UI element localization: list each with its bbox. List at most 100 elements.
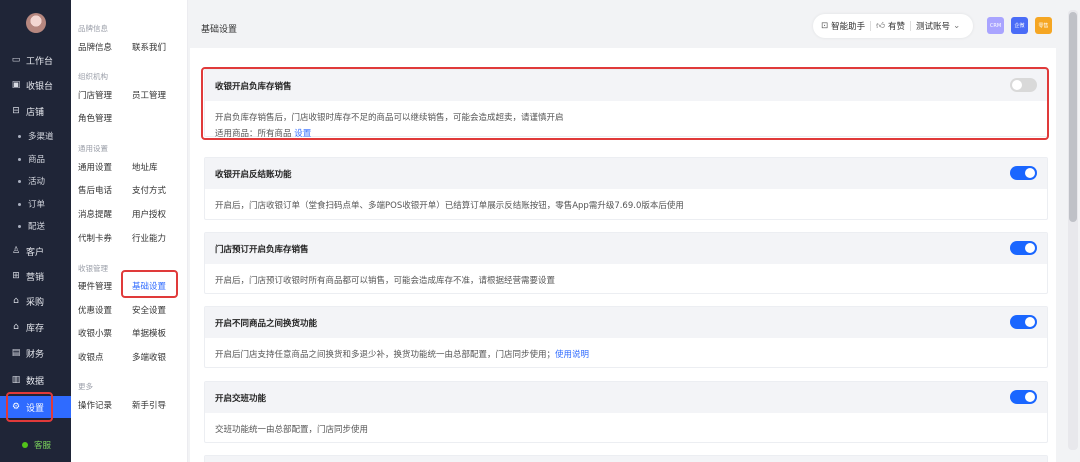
submenu-group-title: 通用设置 bbox=[78, 144, 108, 153]
setting-description: 开启负库存销售后，门店收银时库存不足的商品可以继续销售，可能会造成超卖，请谨慎开… bbox=[215, 113, 564, 139]
thumbs-up-icon: 👍︎ bbox=[876, 21, 886, 31]
submenu-link-aftersale-phone[interactable]: 售后电话 bbox=[78, 184, 112, 196]
gift-icon: ⊞ bbox=[12, 271, 20, 281]
submenu-link-contact-us[interactable]: 联系我们 bbox=[132, 41, 166, 53]
negative-stock-toggle[interactable] bbox=[1010, 78, 1037, 92]
submenu-link-role-management[interactable]: 角色管理 bbox=[78, 112, 112, 124]
submenu-link-card-coupon[interactable]: 代制卡券 bbox=[78, 232, 112, 244]
shift-handover-toggle[interactable] bbox=[1010, 390, 1037, 404]
submenu-group-title: 组织机构 bbox=[78, 72, 108, 81]
sidebar-subitem-orders[interactable]: 订单 bbox=[0, 195, 71, 213]
sidebar-item-finance[interactable]: ▤ 财务 bbox=[0, 343, 71, 363]
submenu-link-address-book[interactable]: 地址库 bbox=[132, 161, 158, 173]
sidebar-item-workbench[interactable]: ▭ 工作台 bbox=[0, 50, 71, 70]
inventory-icon: ⌂ bbox=[13, 322, 19, 332]
submenu-link-discount-settings[interactable]: 优惠设置 bbox=[78, 304, 112, 316]
sidebar-item-pos[interactable]: ▣ 收银台 bbox=[0, 75, 71, 95]
setting-card-negative-stock: 收银开启负库存销售 开启负库存销售后，门店收银时库存不足的商品可以继续销售，可能… bbox=[204, 69, 1048, 139]
setting-card-reservation-negative-stock: 门店预订开启负库存销售 开启后，门店预订收银时所有商品都可以销售，可能会造成库存… bbox=[204, 232, 1048, 294]
reservation-negative-stock-toggle[interactable] bbox=[1010, 241, 1037, 255]
cashier-icon: ▣ bbox=[11, 80, 21, 90]
setting-description: 开启后，门店预订收银时所有商品都可以销售，可能会造成库存不准，请根据经营需要设置 bbox=[215, 276, 556, 286]
submenu-link-payment-methods[interactable]: 支付方式 bbox=[132, 184, 166, 196]
submenu-link-brand-info[interactable]: 品牌信息 bbox=[78, 41, 112, 53]
setting-title: 收银开启反结账功能 bbox=[205, 158, 1047, 189]
applicable-products-setting-link[interactable]: 设置 bbox=[294, 129, 311, 139]
app-badge-crm[interactable]: CRM bbox=[987, 17, 1004, 34]
sidebar-subitem-activities[interactable]: 活动 bbox=[0, 172, 71, 190]
reverse-checkout-toggle[interactable] bbox=[1010, 166, 1037, 180]
submenu-link-message-reminder[interactable]: 消息提醒 bbox=[78, 208, 112, 220]
submenu-link-security-settings[interactable]: 安全设置 bbox=[132, 304, 166, 316]
bar-chart-icon: ▥ bbox=[11, 375, 21, 385]
avatar[interactable] bbox=[26, 13, 46, 33]
user-icon: ♙ bbox=[11, 246, 21, 256]
setting-title bbox=[205, 456, 1047, 462]
submenu-link-receipt[interactable]: 收银小票 bbox=[78, 327, 112, 339]
setting-description: 开启后，门店收银订单（堂食扫码点单、多端POS收银开单）已结算订单展示反结账按钮… bbox=[215, 201, 684, 211]
setting-card-shift-handover: 开启交班功能 交班功能统一由总部配置，门店同步使用 bbox=[204, 381, 1048, 443]
setting-title: 开启交班功能 bbox=[205, 382, 1047, 413]
submenu-link-operation-log[interactable]: 操作记录 bbox=[78, 399, 112, 411]
submenu-group-title: 更多 bbox=[78, 382, 93, 391]
setting-title: 门店预订开启负库存销售 bbox=[205, 233, 1047, 264]
sidebar-subitem-products[interactable]: 商品 bbox=[0, 150, 71, 168]
app-badge-retail[interactable]: 零售 bbox=[1035, 17, 1052, 34]
divider bbox=[870, 21, 872, 31]
setting-description: 交班功能统一由总部配置，门店同步使用 bbox=[215, 425, 369, 435]
main-sidebar: ▭ 工作台 ▣ 收银台 ⊟ 店铺 多渠道 商品 活动 订单 配送 ♙ 客户 ⊞ 营销 ⌂ 采… bbox=[0, 0, 71, 462]
page-title: 基础设置 bbox=[201, 25, 238, 35]
sidebar-item-data[interactable]: ▥ 数据 bbox=[0, 370, 71, 390]
setting-title: 开启不同商品之间换货功能 bbox=[205, 307, 1047, 338]
app-badge-wecom[interactable]: 企微 bbox=[1011, 17, 1028, 34]
bullet-dot bbox=[18, 224, 21, 228]
assistant-icon: ⊡ bbox=[821, 21, 829, 31]
support-button[interactable]: 客服 bbox=[0, 436, 71, 454]
submenu-group-title: 品牌信息 bbox=[78, 24, 108, 33]
assistant-button[interactable]: 智能助手 bbox=[831, 20, 865, 32]
settings-icon: ⚙ bbox=[11, 402, 21, 412]
usage-guide-link[interactable]: 使用说明 bbox=[555, 350, 589, 360]
sidebar-item-customer[interactable]: ♙ 客户 bbox=[0, 241, 71, 261]
sidebar-subitem-delivery[interactable]: 配送 bbox=[0, 217, 71, 235]
purchase-icon: ⌂ bbox=[13, 296, 19, 306]
sidebar-item-inventory[interactable]: ⌂ 库存 bbox=[0, 317, 71, 337]
sidebar-item-store[interactable]: ⊟ 店铺 bbox=[0, 101, 71, 121]
chevron-down-icon: ⌄ bbox=[953, 21, 961, 31]
submenu-link-general-settings[interactable]: 通用设置 bbox=[78, 161, 112, 173]
submenu-link-hardware[interactable]: 硬件管理 bbox=[78, 280, 112, 292]
submenu-link-user-authorization[interactable]: 用户授权 bbox=[132, 208, 166, 220]
setting-card-exchange: 开启不同商品之间换货功能 开启后门店支持任意商品之间换货和多退少补，换货功能统一… bbox=[204, 306, 1048, 368]
online-status-icon bbox=[22, 442, 28, 448]
header-toolbar: ⊡ 智能助手 👍︎ 有赞 测试账号 ⌄ bbox=[813, 14, 973, 38]
sidebar-item-marketing[interactable]: ⊞ 营销 bbox=[0, 266, 71, 286]
setting-card-reverse-checkout: 收银开启反结账功能 开启后，门店收银订单（堂食扫码点单、多端POS收银开单）已结… bbox=[204, 157, 1048, 220]
sidebar-item-purchase[interactable]: ⌂ 采购 bbox=[0, 291, 71, 311]
bullet-dot bbox=[18, 202, 21, 206]
setting-card-next bbox=[204, 455, 1048, 462]
divider bbox=[910, 21, 912, 31]
submenu-group-title: 收银管理 bbox=[78, 264, 108, 273]
store-icon: ⊟ bbox=[12, 106, 20, 116]
bullet-dot bbox=[18, 157, 21, 161]
bullet-dot bbox=[18, 179, 21, 183]
submenu-link-cashier-point[interactable]: 收银点 bbox=[78, 351, 104, 363]
setting-title: 收银开启负库存销售 bbox=[205, 70, 1047, 101]
submenu-link-basic-settings[interactable]: 基础设置 bbox=[132, 280, 166, 292]
sidebar-item-settings[interactable]: ⚙ 设置 bbox=[0, 396, 71, 418]
setting-description: 开启后门店支持任意商品之间换货和多退少补，换货功能统一由总部配置，门店同步使用；… bbox=[215, 350, 590, 360]
like-button[interactable]: 有赞 bbox=[888, 20, 905, 32]
bullet-dot bbox=[18, 134, 21, 138]
scrollbar-thumb[interactable] bbox=[1069, 12, 1077, 222]
submenu-link-industry-capability[interactable]: 行业能力 bbox=[132, 232, 166, 244]
submenu-link-staff-management[interactable]: 员工管理 bbox=[132, 89, 166, 101]
settings-submenu: 品牌信息 品牌信息 联系我们 组织机构 门店管理 员工管理 角色管理 通用设置 … bbox=[71, 0, 188, 462]
monitor-icon: ▭ bbox=[11, 55, 21, 65]
submenu-link-document-template[interactable]: 单据模板 bbox=[132, 327, 166, 339]
submenu-link-beginner-guide[interactable]: 新手引导 bbox=[132, 399, 166, 411]
submenu-link-multi-terminal[interactable]: 多端收银 bbox=[132, 351, 166, 363]
account-menu[interactable]: 测试账号 bbox=[916, 20, 950, 32]
sidebar-subitem-channels[interactable]: 多渠道 bbox=[0, 127, 71, 145]
exchange-toggle[interactable] bbox=[1010, 315, 1037, 329]
submenu-link-store-management[interactable]: 门店管理 bbox=[78, 89, 112, 101]
